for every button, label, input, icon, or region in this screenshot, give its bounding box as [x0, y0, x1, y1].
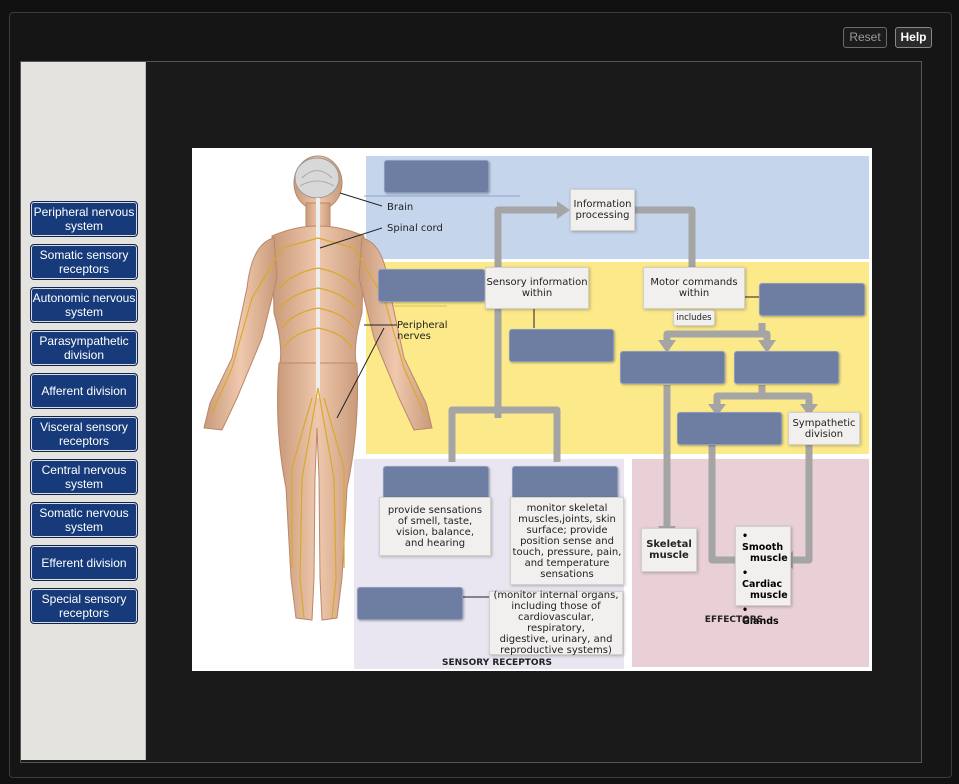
- includes-tag: includes: [673, 310, 715, 326]
- label-autonomic-nervous-system[interactable]: Autonomic nervous system: [30, 287, 138, 323]
- brain-label: Brain: [387, 202, 414, 213]
- help-button[interactable]: Help: [895, 27, 932, 48]
- sympathetic-division-box: Sympathetic division: [788, 412, 860, 445]
- drop-zone-visceral-sensory[interactable]: [357, 587, 463, 620]
- effectors-list: • Smooth muscle • Cardiac muscle • Glands: [735, 526, 791, 627]
- drop-zone-autonomic-ns[interactable]: [734, 351, 839, 384]
- visceral-sensory-description: (monitor internal organs, including those…: [489, 590, 623, 656]
- label-visceral-sensory-receptors[interactable]: Visceral sensory receptors: [30, 416, 138, 452]
- label-afferent-division[interactable]: Afferent division: [30, 373, 138, 409]
- skeletal-muscle-box: Skeletal muscle: [641, 528, 697, 572]
- drop-zone-efferent[interactable]: [759, 283, 865, 316]
- label-peripheral-nervous-system[interactable]: Peripheral nervous system: [30, 201, 138, 237]
- reset-button[interactable]: Reset: [843, 27, 887, 48]
- special-sensory-description: provide sensations of smell, taste, vision…: [379, 497, 491, 556]
- information-processing-box: Information processing: [570, 189, 635, 231]
- label-parasympathetic-division[interactable]: Parasympathetic division: [30, 330, 138, 366]
- label-somatic-nervous-system[interactable]: Somatic nervous system: [30, 502, 138, 538]
- sensory-information-box: Sensory information within: [485, 267, 589, 309]
- spinal-cord-label: Spinal cord: [387, 223, 443, 234]
- somatic-sensory-description: monitor skeletal muscles,joints, skin surf…: [510, 497, 624, 585]
- label-somatic-sensory-receptors[interactable]: Somatic sensory receptors: [30, 244, 138, 280]
- nervous-system-diagram: Brain Spinal cord Peripheral nerves Info…: [192, 148, 872, 671]
- label-central-nervous-system[interactable]: Central nervous system: [30, 459, 138, 495]
- drop-zone-somatic-ns[interactable]: [620, 351, 725, 384]
- peripheral-nerves-label-line2: nerves: [397, 331, 431, 342]
- sensory-receptors-title: SENSORY RECEPTORS: [441, 658, 552, 668]
- drop-zone-pns[interactable]: [378, 269, 485, 302]
- label-special-sensory-receptors[interactable]: Special sensory receptors: [30, 588, 138, 624]
- drop-zone-special-sensory[interactable]: [383, 466, 489, 499]
- drop-zone-parasympathetic[interactable]: [677, 412, 782, 445]
- label-bank: [21, 62, 146, 760]
- effectors-title: EFFECTORS: [704, 615, 764, 625]
- drop-zone-cns[interactable]: [384, 160, 489, 193]
- drop-zone-somatic-sensory[interactable]: [512, 466, 618, 499]
- peripheral-nerves-label-line1: Peripheral: [397, 320, 448, 331]
- drop-zone-afferent[interactable]: [509, 329, 614, 362]
- motor-commands-box: Motor commands within: [643, 267, 745, 309]
- label-efferent-division[interactable]: Efferent division: [30, 545, 138, 581]
